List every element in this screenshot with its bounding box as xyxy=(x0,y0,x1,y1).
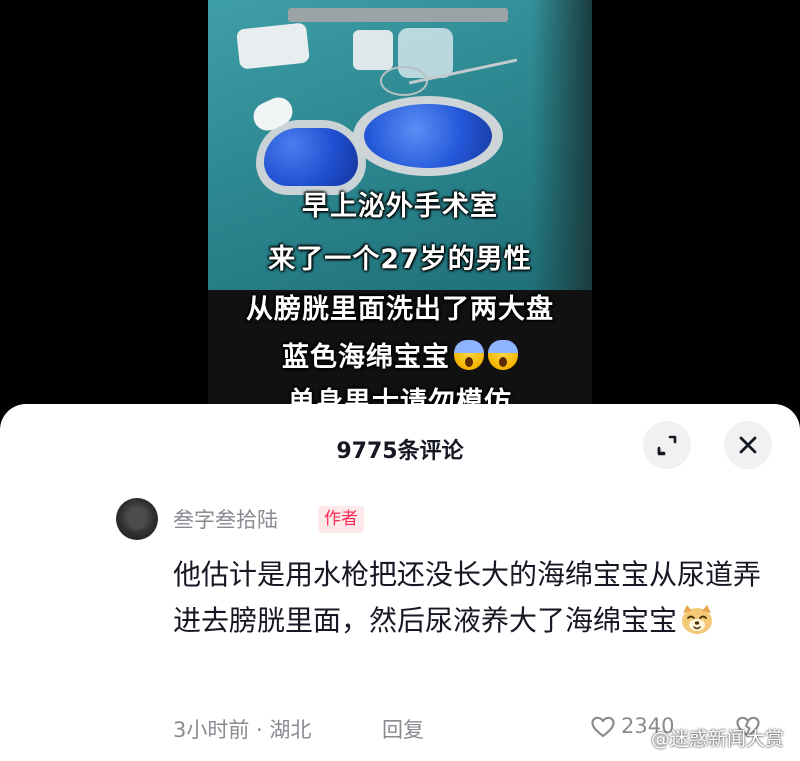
scared-face-icon xyxy=(454,340,484,370)
comment-body[interactable]: 他估计是用水枪把还没长大的海绵宝宝从尿道弄进去膀胱里面，然后尿液养大了海绵宝宝 xyxy=(173,552,763,644)
close-icon xyxy=(739,436,757,454)
video-caption-line-1: 早上泌外手术室 xyxy=(302,191,498,222)
watermark-text: @迷惑新闻大赏 xyxy=(651,728,785,750)
dog-face-icon xyxy=(682,605,713,634)
heart-icon[interactable] xyxy=(590,715,616,739)
comment-text: 他估计是用水枪把还没长大的海绵宝宝从尿道弄进去膀胱里面，然后尿液养大了海绵宝宝 xyxy=(173,558,762,637)
close-button[interactable] xyxy=(724,421,772,469)
author-badge: 作者 xyxy=(318,506,364,533)
video-caption-line-4-text: 蓝色海绵宝宝 xyxy=(282,342,450,373)
scared-face-icon xyxy=(488,340,518,370)
avatar[interactable] xyxy=(116,498,158,540)
comment-username[interactable]: 叁字叁拾陆 xyxy=(173,504,278,534)
weibo-logo-icon xyxy=(628,732,648,747)
video-caption-line-4: 蓝色海绵宝宝 xyxy=(208,335,592,374)
watermark: @迷惑新闻大赏 xyxy=(628,724,784,751)
video-player[interactable]: 早上泌外手术室 来了一个27岁的男性 从膀胱里面洗出了两大盘 蓝色海绵宝宝 单身… xyxy=(208,0,592,410)
comments-sheet: 9775条评论 叁字叁拾陆 作者 他估计是用水枪把还没长大的海绵宝宝从尿道弄进去… xyxy=(0,404,800,761)
expand-icon xyxy=(657,435,677,456)
video-caption-line-3: 从膀胱里面洗出了两大盘 xyxy=(246,294,554,325)
video-caption-line-2: 来了一个27岁的男性 xyxy=(268,244,532,275)
screen: 早上泌外手术室 来了一个27岁的男性 从膀胱里面洗出了两大盘 蓝色海绵宝宝 单身… xyxy=(0,0,800,761)
reply-button[interactable]: 回复 xyxy=(382,714,424,744)
comment-meta: 3小时前 · 湖北 xyxy=(173,718,312,742)
expand-button[interactable] xyxy=(643,421,691,469)
